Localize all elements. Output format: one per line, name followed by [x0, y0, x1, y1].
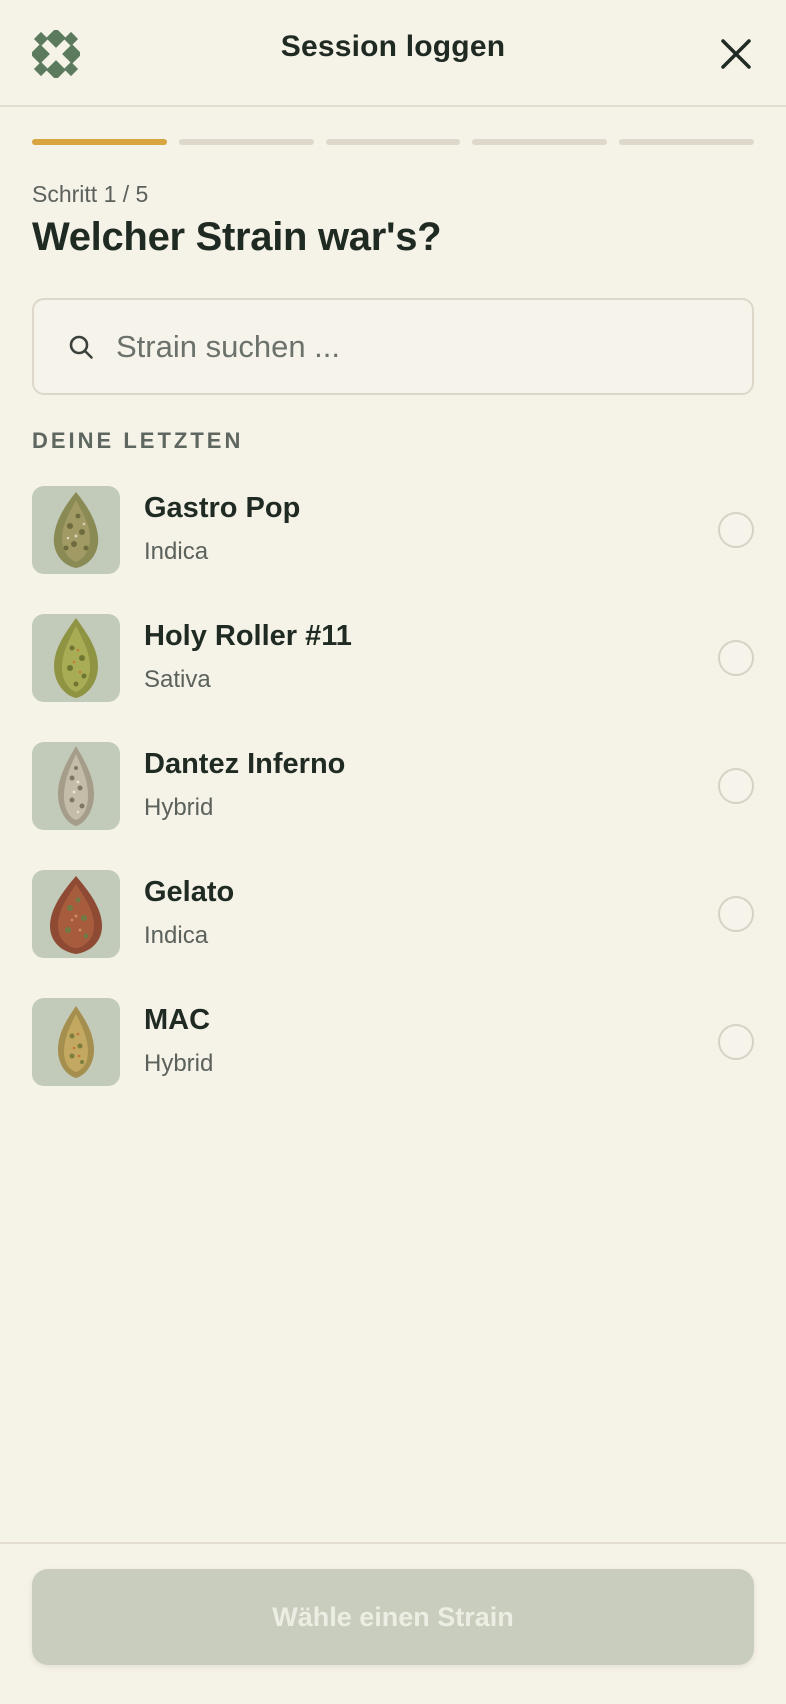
strain-name: Holy Roller #11 — [144, 620, 352, 652]
recent-section-label: DEINE LETZTEN — [32, 428, 244, 453]
page-title: Session loggen — [280, 30, 506, 63]
strain-name: Dantez Inferno — [144, 748, 346, 780]
progress-segment-2 — [178, 139, 314, 145]
strain-item-gastro-pop[interactable]: Gastro Pop Indica — [32, 486, 754, 574]
strain-name: Gastro Pop — [144, 492, 301, 524]
strain-radio[interactable] — [718, 896, 754, 932]
strain-item-gelato[interactable]: Gelato Indica — [32, 870, 754, 958]
progress-segment-5 — [619, 139, 754, 145]
progress-segment-3 — [325, 139, 461, 145]
strain-type: Indica — [144, 538, 209, 565]
search-box[interactable] — [32, 298, 754, 395]
progress-segment-4 — [472, 139, 608, 145]
strain-thumbnail — [32, 742, 120, 830]
step-question: Welcher Strain war's? — [32, 215, 442, 259]
strain-item-holy-roller-11[interactable]: Holy Roller #11 Sativa — [32, 614, 754, 702]
search-icon — [69, 335, 93, 359]
footer-bar: Wähle einen Strain — [0, 1542, 786, 1704]
strain-type: Hybrid — [144, 1050, 214, 1077]
step-label: Schritt 1 / 5 — [32, 181, 149, 207]
strain-thumbnail — [32, 614, 120, 702]
strain-name: MAC — [144, 1004, 211, 1036]
search-input[interactable] — [114, 327, 678, 366]
strain-radio[interactable] — [718, 640, 754, 676]
strain-item-mac[interactable]: MAC Hybrid — [32, 998, 754, 1086]
strain-name: Gelato — [144, 876, 235, 908]
strain-thumbnail — [32, 486, 120, 574]
strain-radio[interactable] — [718, 1024, 754, 1060]
close-icon — [721, 39, 751, 69]
strain-thumbnail — [32, 870, 120, 958]
strain-type: Sativa — [144, 666, 211, 693]
choose-strain-button[interactable]: Wähle einen Strain — [32, 1569, 754, 1665]
strain-type: Hybrid — [144, 794, 214, 821]
step-progress — [32, 139, 754, 145]
strain-type: Indica — [144, 922, 209, 949]
strain-item-dantez-inferno[interactable]: Dantez Inferno Hybrid — [32, 742, 754, 830]
close-button[interactable] — [718, 36, 754, 72]
header-bar: Session loggen — [0, 0, 786, 107]
strain-radio[interactable] — [718, 512, 754, 548]
strain-radio[interactable] — [718, 768, 754, 804]
progress-segment-1 — [32, 139, 167, 145]
strain-thumbnail — [32, 998, 120, 1086]
recent-strain-list: Gastro Pop Indica Holy Roller #11 Sativa — [32, 486, 754, 1126]
